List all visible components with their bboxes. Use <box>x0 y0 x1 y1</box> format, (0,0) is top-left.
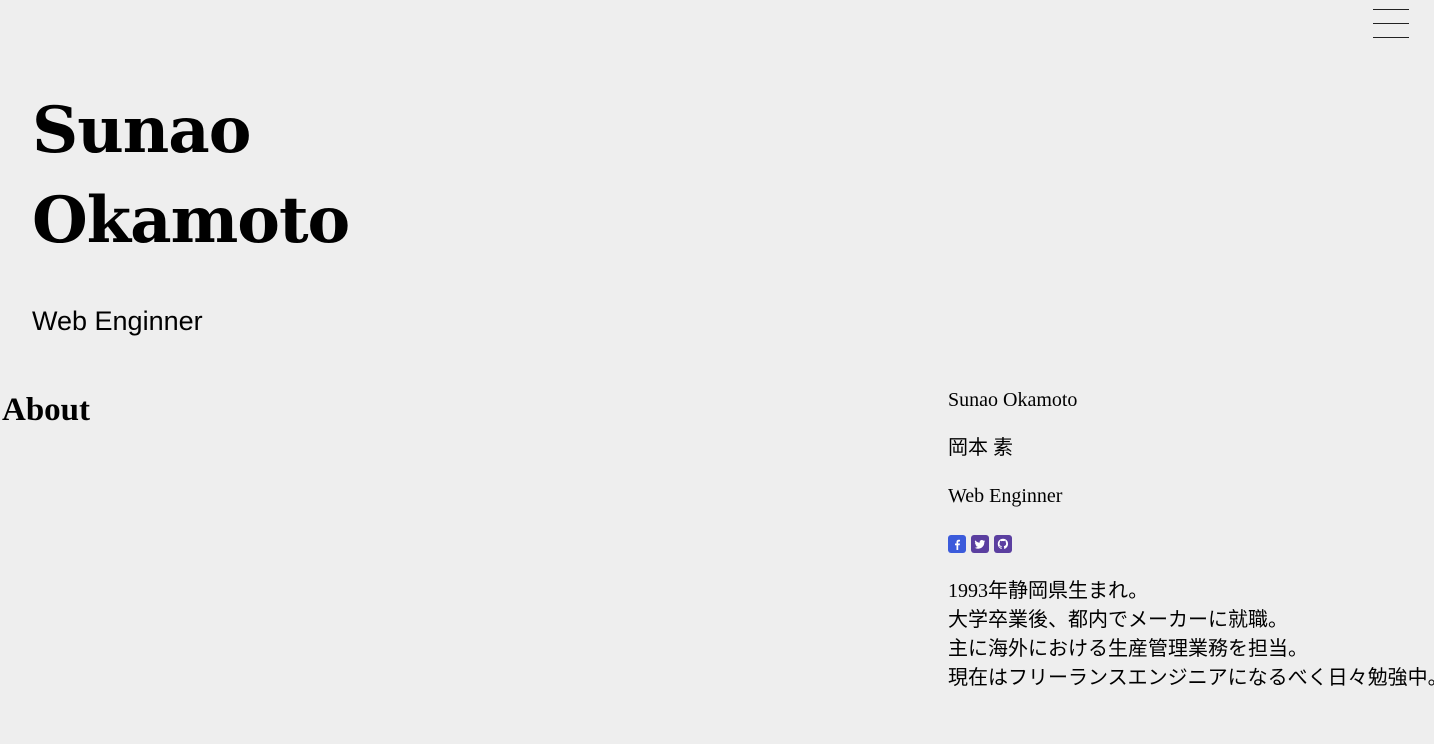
bio-line: 1993年静岡県生まれ。 <box>948 580 1149 602</box>
menu-bar-top <box>1373 9 1409 10</box>
facebook-icon[interactable] <box>948 535 966 553</box>
profile-name-ja: 岡本 素 <box>948 437 1013 459</box>
hero-first-name: Sunao <box>32 93 251 168</box>
bio-line: 大学卒業後、都内でメーカーに就職。 <box>948 609 1288 631</box>
menu-bar-bottom <box>1373 37 1409 38</box>
bio-line: 主に海外における生産管理業務を担当。 <box>948 638 1308 660</box>
social-links <box>948 530 1428 558</box>
profile-bio: 1993年静岡県生まれ。 大学卒業後、都内でメーカーに就職。 主に海外における生… <box>948 577 1434 693</box>
hero-name: Sunao Okamoto <box>32 86 532 266</box>
twitter-icon[interactable] <box>971 535 989 553</box>
bio-line: 現在はフリーランスエンジニアになるべく日々勉強中。 <box>948 667 1434 689</box>
about-title: About <box>2 392 91 428</box>
hero-role: Web Enginner <box>32 306 203 336</box>
hero-last-name: Okamoto <box>32 183 350 258</box>
github-icon[interactable] <box>994 535 1012 553</box>
profile-section: Sunao Okamoto 岡本 素 Web Enginner 1993年静岡県… <box>948 386 1434 693</box>
profile-role: Web Enginner <box>948 485 1063 507</box>
menu-bar-middle <box>1373 23 1409 24</box>
hamburger-menu-icon[interactable] <box>1373 8 1409 38</box>
profile-name-en: Sunao Okamoto <box>948 389 1078 411</box>
